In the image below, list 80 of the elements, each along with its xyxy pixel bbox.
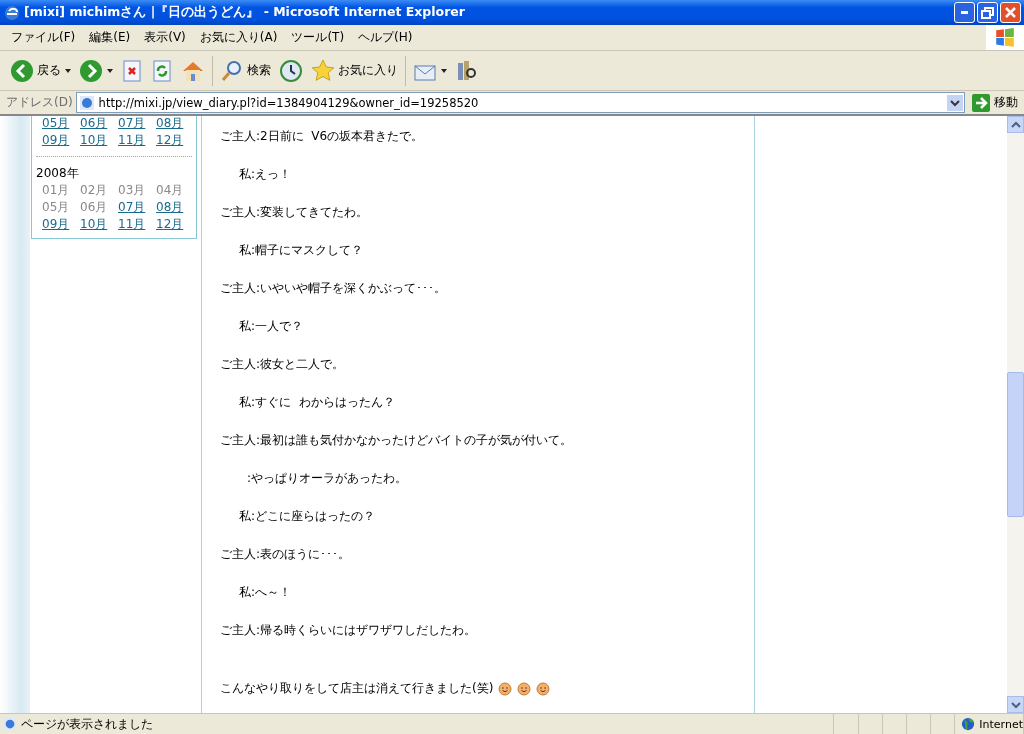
diary-line: こんなやり取りをして店主は消えて行きました(笑) <box>220 680 494 697</box>
search-button[interactable]: 検索 <box>216 53 275 88</box>
star-icon <box>311 58 335 83</box>
month-link[interactable]: 09月 <box>42 133 80 148</box>
smiley-icon <box>536 681 551 696</box>
diary-line: ご主人:表のほうに･･･。 <box>220 546 351 563</box>
diary-line: 私:どこに座らはったの？ <box>239 508 376 525</box>
month-link[interactable]: 08月 <box>156 200 194 215</box>
caret-icon[interactable] <box>65 68 71 73</box>
globe-icon <box>961 717 976 731</box>
month-label: 04月 <box>156 183 185 198</box>
caret-icon[interactable] <box>107 68 113 73</box>
month-link[interactable]: 11月 <box>118 217 156 232</box>
month-link[interactable]: 06月 <box>80 116 118 131</box>
calendar-year: 2008年 <box>36 165 80 182</box>
month-label: 06月 <box>80 200 109 215</box>
month-link[interactable]: 07月 <box>118 200 156 215</box>
back-button[interactable]: 戻る <box>6 53 65 88</box>
month-link[interactable]: 11月 <box>118 133 156 148</box>
diary-line: 私:一人で？ <box>239 318 304 335</box>
menu-item[interactable]: お気に入り(A) <box>192 29 285 46</box>
scroll-down-icon[interactable] <box>1010 699 1021 710</box>
menu-item[interactable]: ファイル(F) <box>4 29 83 46</box>
scroll-thumb[interactable] <box>1007 372 1024 517</box>
minimize-icon <box>960 10 969 15</box>
caret-icon[interactable] <box>441 68 447 73</box>
vertical-scrollbar[interactable] <box>1007 116 1024 713</box>
address-field[interactable]: http://mixi.jp/view_diary.pl?id=1384904129&owner_id=19258520 <box>75 92 965 113</box>
security-zone: Internet <box>979 717 1023 731</box>
scroll-up-icon[interactable] <box>1010 119 1021 130</box>
browser-icon <box>4 4 20 21</box>
month-link[interactable]: 12月 <box>156 217 194 232</box>
menu-item[interactable]: 編集(E) <box>82 29 138 46</box>
diary-line: 私:すぐに わからはったん？ <box>239 394 395 411</box>
month-link[interactable]: 12月 <box>156 133 194 148</box>
page-icon <box>78 94 95 111</box>
page-icon <box>3 717 17 731</box>
clock-icon <box>279 58 303 83</box>
menu-item[interactable]: ヘルプ(H) <box>351 29 420 46</box>
go-button[interactable]: 移動 <box>968 93 1022 112</box>
minimize-button[interactable] <box>954 2 975 23</box>
month-link[interactable]: 10月 <box>80 133 118 148</box>
close-icon <box>1005 7 1016 18</box>
diary-line: ご主人:2日前に V6の坂本君きたで。 <box>220 128 424 145</box>
month-link[interactable]: 09月 <box>42 217 80 232</box>
status-message: ページが表示されました <box>21 715 153 733</box>
books-magnifier-icon <box>455 58 479 83</box>
window-title: [mixi] michimさん |『日の出うどん』 - Microsoft Internet Explorer <box>24 4 466 21</box>
restore-icon <box>981 6 994 19</box>
diary-line: 私:帽子にマスクして？ <box>239 242 364 259</box>
month-label: 03月 <box>118 183 147 198</box>
smiley-icon <box>498 681 513 696</box>
refresh-icon <box>151 59 173 82</box>
month-link[interactable]: 07月 <box>118 116 156 131</box>
diary-line: ご主人:いやいや帽子を深くかぶって･･･。 <box>220 280 447 297</box>
stop-icon <box>121 59 143 82</box>
diary-line: ご主人:帰る時くらいにはザワザワしだしたわ。 <box>220 622 477 639</box>
smiley-icon <box>517 681 532 696</box>
search-icon <box>220 58 244 83</box>
menu-item[interactable]: 表示(V) <box>137 29 193 46</box>
menu-item[interactable]: ツール(T) <box>284 29 352 46</box>
diary-line: 私:えっ！ <box>239 166 292 183</box>
diary-line: ご主人:最初は誰も気付かなかったけどバイトの子が気が付いて。 <box>220 432 573 449</box>
close-button[interactable] <box>1000 2 1021 23</box>
diary-line: 私:へ～！ <box>239 584 292 601</box>
month-label: 05月 <box>42 200 71 215</box>
month-label: 02月 <box>80 183 109 198</box>
favorites-button[interactable]: お気に入り <box>307 53 402 88</box>
diary-line: ご主人:彼女と二人で。 <box>220 356 345 373</box>
month-link[interactable]: 05月 <box>42 116 80 131</box>
month-link[interactable]: 08月 <box>156 116 194 131</box>
diary-line: ご主人:変装してきてたわ。 <box>220 204 369 221</box>
diary-line: :やっぱりオーラがあったわ。 <box>247 470 408 487</box>
month-link[interactable]: 10月 <box>80 217 118 232</box>
dropdown-icon[interactable] <box>947 94 963 111</box>
restore-button[interactable] <box>977 2 998 23</box>
address-label: アドレス(D) <box>6 94 73 111</box>
month-label: 01月 <box>42 183 71 198</box>
windows-logo-icon <box>994 26 1016 49</box>
go-arrow-icon <box>972 93 990 112</box>
